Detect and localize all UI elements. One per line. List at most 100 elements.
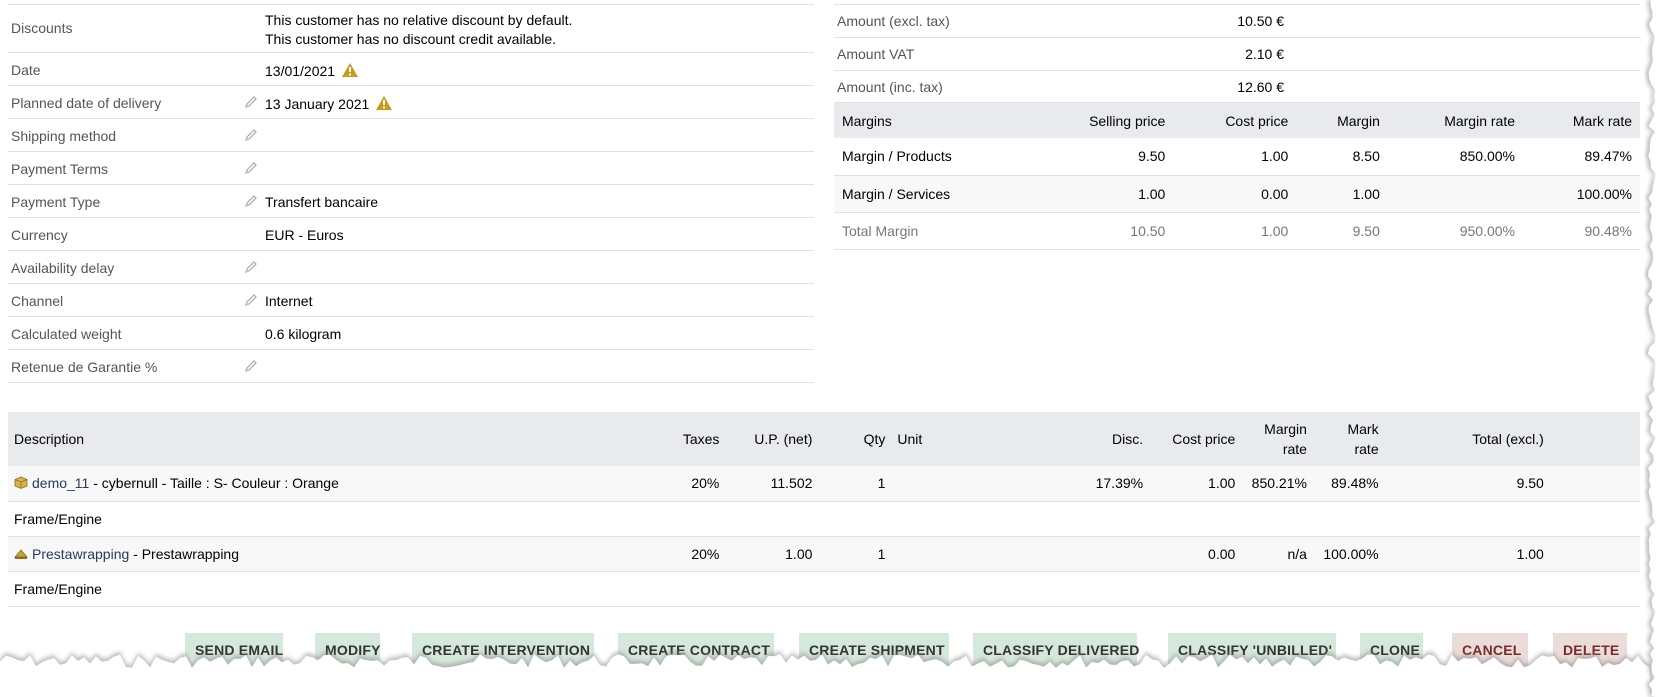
lines-header-row: Description Taxes U.P. (net) Qty Unit Di…	[8, 412, 1640, 466]
service-icon	[14, 548, 28, 559]
field-row-planned-delivery: Planned date of delivery 13 January 2021	[8, 86, 814, 119]
clone-button[interactable]: CLONE	[1360, 633, 1423, 667]
field-row-shipping-method: Shipping method	[8, 119, 814, 152]
cancel-button[interactable]: CANCEL	[1452, 633, 1528, 667]
margins-cell: 1.00	[1029, 175, 1174, 213]
table-row-extrafield: Frame/Engine	[8, 501, 1640, 537]
field-value-date: 13/01/2021	[265, 62, 359, 79]
table-row: demo_11 - cybernull - Taille : S- Couleu…	[8, 466, 1640, 502]
amount-value-inc-tax: 12.60 €	[1237, 79, 1284, 95]
line-extrafield: Frame/Engine	[8, 571, 1640, 607]
field-row-discounts: Discounts This customer has no relative …	[8, 5, 814, 53]
create-contract-button[interactable]: CREATE CONTRACT	[618, 633, 774, 667]
table-row: Prestawrapping - Prestawrapping 20% 1.00…	[8, 536, 1640, 572]
margins-header: Margins	[834, 103, 1030, 138]
field-value-channel: Internet	[265, 293, 313, 309]
classify-delivered-button[interactable]: CLASSIFY DELIVERED	[973, 633, 1139, 667]
create-intervention-button[interactable]: CREATE INTERVENTION	[412, 633, 594, 667]
planned-delivery-text: 13 January 2021	[265, 96, 370, 112]
line-unit	[891, 536, 960, 572]
header-mark-rate-line1: Mark	[1347, 421, 1379, 437]
margins-header: Margin	[1296, 103, 1388, 138]
edit-pencil-icon[interactable]	[244, 95, 258, 109]
margins-cell: 89.47%	[1523, 138, 1640, 176]
line-total-excl: 9.50	[1384, 466, 1550, 502]
warning-icon	[341, 62, 359, 78]
line-taxes: 20%	[647, 536, 726, 572]
margins-cell: Margin / Products	[834, 138, 1030, 176]
modify-button[interactable]: MODIFY	[315, 633, 380, 667]
margins-cell: 850.00%	[1387, 138, 1523, 176]
delete-button[interactable]: DELETE	[1553, 633, 1627, 667]
date-text: 13/01/2021	[265, 63, 336, 79]
margins-cell: Margin / Services	[834, 175, 1030, 213]
field-row-currency: Currency EUR - Euros	[8, 218, 814, 251]
edit-pencil-icon[interactable]	[244, 293, 258, 307]
warning-icon	[375, 95, 393, 111]
field-label-shipping-method: Shipping method	[11, 128, 117, 144]
service-link[interactable]: Prestawrapping	[32, 546, 129, 562]
amounts-table: Amount (excl. tax) 10.50 € Amount VAT 2.…	[834, 4, 1640, 103]
edit-pencil-icon[interactable]	[244, 194, 258, 208]
create-shipment-button[interactable]: CREATE SHIPMENT	[799, 633, 949, 667]
field-label-availability-delay: Availability delay	[11, 260, 115, 276]
field-row-payment-terms: Payment Terms	[8, 152, 814, 185]
margins-cell: 9.50	[1296, 212, 1388, 250]
line-description: Prestawrapping - Prestawrapping	[8, 536, 648, 572]
line-cost-price: 1.00	[1149, 466, 1242, 502]
margins-header-row: Margins Selling price Cost price Margin …	[834, 103, 1640, 138]
edit-pencil-icon[interactable]	[244, 128, 258, 142]
header-mark-rate: Mark rate	[1312, 412, 1385, 466]
amount-label-vat: Amount VAT	[837, 46, 915, 62]
field-label-channel: Channel	[11, 293, 64, 309]
edit-pencil-icon[interactable]	[244, 359, 258, 373]
margins-cell: 0.00	[1173, 175, 1297, 213]
line-description-text: - Prestawrapping	[129, 545, 239, 562]
header-margin-rate-line2: rate	[1282, 441, 1307, 457]
line-disc: 17.39%	[959, 466, 1150, 502]
line-up-net: 1.00	[725, 536, 819, 572]
header-unit: Unit	[891, 412, 960, 466]
amount-value-vat: 2.10 €	[1245, 46, 1284, 62]
field-row-retenue: Retenue de Garantie %	[8, 350, 814, 383]
line-taxes: 20%	[647, 466, 726, 502]
line-qty: 1	[818, 466, 892, 502]
amount-value-excl-tax: 10.50 €	[1237, 13, 1284, 29]
line-cost-price: 0.00	[1149, 536, 1242, 572]
field-label-currency: Currency	[11, 227, 68, 243]
field-label-planned-delivery: Planned date of delivery	[11, 95, 162, 111]
margins-cell: 100.00%	[1523, 175, 1640, 213]
field-label-payment-terms: Payment Terms	[11, 161, 108, 177]
line-qty: 1	[818, 536, 892, 572]
header-margin-rate-line1: Margin	[1264, 421, 1307, 437]
amount-row-inc-tax: Amount (inc. tax) 12.60 €	[834, 70, 1640, 103]
margins-table: Margins Selling price Cost price Margin …	[834, 103, 1640, 250]
margins-row-total: Total Margin 10.50 1.00 9.50 950.00% 90.…	[834, 212, 1640, 250]
header-disc: Disc.	[959, 412, 1150, 466]
margins-cell: 8.50	[1296, 138, 1388, 176]
field-row-calculated-weight: Calculated weight 0.6 kilogram	[8, 317, 814, 350]
line-actions	[1549, 466, 1640, 502]
table-row-extrafield: Frame/Engine	[8, 571, 1640, 607]
discount-line-relative: This customer has no relative discount b…	[265, 12, 573, 28]
amount-row-vat: Amount VAT 2.10 €	[834, 37, 1640, 70]
margins-cell: 9.50	[1029, 138, 1174, 176]
margins-header: Mark rate	[1523, 103, 1640, 138]
edit-pencil-icon[interactable]	[244, 260, 258, 274]
field-row-availability-delay: Availability delay	[8, 251, 814, 284]
header-description: Description	[8, 412, 648, 466]
field-row-date: Date 13/01/2021	[8, 53, 814, 86]
field-label-calculated-weight: Calculated weight	[11, 326, 122, 342]
header-cost-price: Cost price	[1149, 412, 1242, 466]
margins-cell	[1387, 175, 1523, 213]
margins-cell: 10.50	[1029, 212, 1174, 250]
margins-cell: Total Margin	[834, 212, 1030, 250]
line-description-text: - cybernull - Taille : S- Couleur : Oran…	[89, 475, 339, 492]
margins-cell: 1.00	[1296, 175, 1388, 213]
margins-row-products: Margin / Products 9.50 1.00 8.50 850.00%…	[834, 138, 1640, 176]
classify-unbilled-button[interactable]: CLASSIFY 'UNBILLED'	[1168, 633, 1336, 667]
send-email-button[interactable]: SEND EMAIL	[185, 633, 283, 667]
edit-pencil-icon[interactable]	[244, 161, 258, 175]
line-margin-rate: 850.21%	[1241, 466, 1313, 502]
product-link[interactable]: demo_11	[32, 475, 89, 491]
